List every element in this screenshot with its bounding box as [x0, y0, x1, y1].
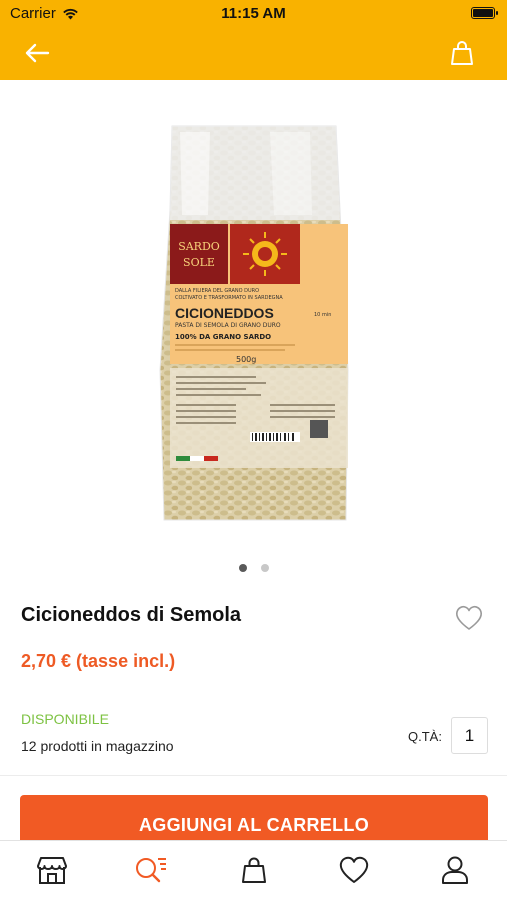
arrow-left-icon	[25, 43, 50, 63]
tab-account[interactable]	[438, 853, 472, 887]
shopping-bag-icon	[242, 857, 266, 883]
bag-subtitle: PASTA DI SEMOLA DI GRANO DURO	[175, 322, 281, 329]
user-icon	[442, 856, 468, 884]
clock: 11:15 AM	[221, 5, 286, 22]
product-title: Cicioneddos di Semola	[21, 604, 242, 626]
pager-dot[interactable]	[238, 564, 247, 572]
quantity-label: Q.TÀ:	[408, 729, 442, 744]
image-pager[interactable]	[0, 564, 507, 572]
product-image[interactable]: SARDO SOLE DALLA FILIERA DEL GRANO DURO …	[150, 120, 360, 530]
quantity-input[interactable]: 1	[451, 717, 488, 754]
bag-claim: 100% DA GRANO SARDO	[175, 333, 271, 341]
cart-button[interactable]	[445, 36, 479, 70]
app-header	[0, 28, 507, 80]
stock-quantity: 12 prodotti in magazzino	[21, 738, 174, 754]
bag-weight: 500g	[236, 355, 256, 364]
back-button[interactable]	[20, 38, 54, 68]
divider	[0, 775, 507, 776]
tab-store[interactable]	[35, 853, 69, 887]
tab-search[interactable]	[134, 853, 168, 887]
pager-dot[interactable]	[260, 564, 269, 572]
store-icon	[37, 857, 67, 884]
shopping-bag-icon	[451, 41, 473, 65]
wishlist-button[interactable]	[455, 605, 483, 631]
cook-time: 10 min	[314, 312, 331, 318]
search-list-icon	[136, 858, 166, 883]
product-price: 2,70 €	[21, 651, 72, 671]
heart-icon	[455, 605, 483, 630]
brand-line1: SARDO	[178, 240, 220, 253]
tab-bar	[0, 840, 507, 900]
battery-icon	[471, 7, 498, 19]
tagline1: DALLA FILIERA DEL GRANO DURO	[175, 288, 259, 294]
availability-status: DISPONIBILE	[21, 711, 109, 727]
bag-product-name: CICIONEDDOS	[175, 305, 274, 321]
tagline2: COLTIVATO E TRASFORMATO IN SARDEGNA	[175, 295, 283, 301]
tax-note: (tasse incl.)	[76, 651, 176, 671]
pasta-bag-illustration: SARDO SOLE DALLA FILIERA DEL GRANO DURO …	[159, 125, 349, 521]
brand-line2: SOLE	[183, 256, 215, 269]
status-bar: Carrier 11:15 AM	[0, 0, 507, 28]
tab-cart[interactable]	[237, 853, 271, 887]
heart-icon	[339, 856, 369, 883]
tab-wishlist[interactable]	[337, 853, 371, 887]
price-row: 2,70 € (tasse incl.)	[21, 651, 175, 672]
